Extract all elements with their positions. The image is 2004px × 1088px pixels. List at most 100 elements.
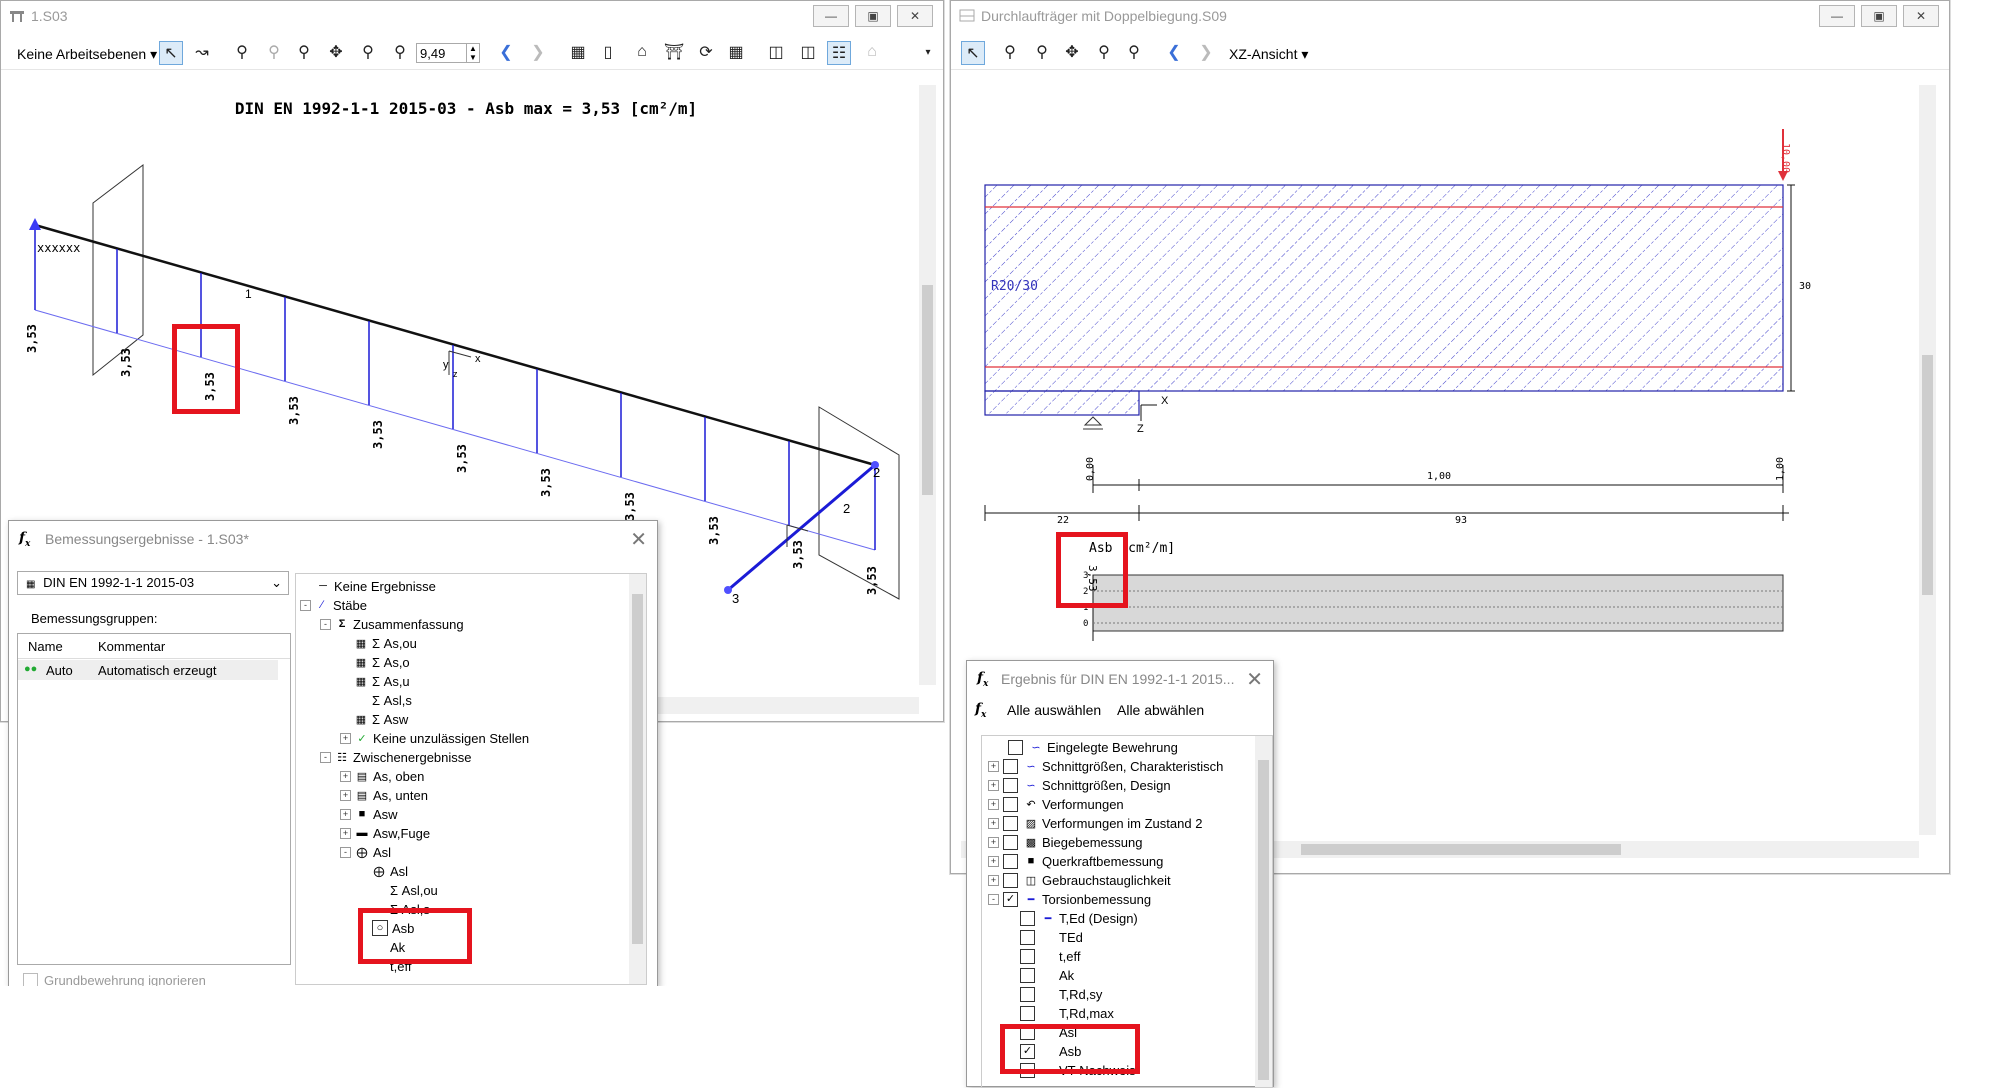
result-item-t-eff[interactable]: t,eff bbox=[1020, 947, 1080, 965]
zoom-window-icon[interactable]: ⚲ bbox=[293, 41, 315, 63]
grid-icon: ▦ bbox=[355, 675, 367, 688]
minimize-button[interactable]: — bbox=[1819, 5, 1855, 27]
zoom-all-icon[interactable]: ⚲ bbox=[999, 41, 1021, 63]
forward-icon[interactable]: ❯ bbox=[527, 41, 549, 63]
select-all-button[interactable]: Alle auswählen bbox=[1007, 702, 1101, 718]
spin-icon[interactable]: ▲ ▼ bbox=[466, 44, 479, 62]
value-label: 3,53 bbox=[119, 348, 133, 377]
result-item-ted[interactable]: TEd bbox=[1020, 928, 1083, 946]
select-pointer-icon[interactable]: ↖ bbox=[159, 41, 183, 65]
result-item-deformations-2[interactable]: + ▨ Verformungen im Zustand 2 bbox=[988, 814, 1202, 832]
page-icon[interactable]: ▯ bbox=[597, 41, 619, 63]
result-item-forces-char[interactable]: + ∽ Schnittgrößen, Charakteristisch bbox=[988, 757, 1223, 775]
tree-item-as-top[interactable]: + ▤ As, oben bbox=[340, 767, 424, 785]
torsion-icon: ⨁ bbox=[356, 846, 368, 859]
tree-item-sum-as-o[interactable]: ▦ Σ As,o bbox=[354, 653, 410, 671]
tree-item-asw-joint[interactable]: + ▬ Asw,Fuge bbox=[340, 824, 430, 842]
pan-icon[interactable]: ✥ bbox=[1061, 41, 1083, 63]
zoom-factor-icon[interactable]: ⚲ bbox=[389, 41, 411, 63]
zoom-window-icon[interactable]: ⚲ bbox=[1031, 41, 1053, 63]
pan-icon[interactable]: ✥ bbox=[325, 41, 347, 63]
right-titlebar: Durchlaufträger mit Doppelbiegung.S09 — … bbox=[951, 1, 1949, 31]
camera-icon[interactable]: ◫ bbox=[765, 41, 787, 63]
lock-icon[interactable]: ⌂ bbox=[861, 41, 883, 63]
home-icon[interactable]: ⌂ bbox=[631, 41, 653, 63]
standard-icon: ▦ bbox=[26, 579, 36, 590]
layers-icon[interactable]: ▦ bbox=[567, 41, 589, 63]
zoom-all-icon[interactable]: ⚲ bbox=[231, 41, 253, 63]
close-icon[interactable]: ✕ bbox=[1246, 667, 1263, 692]
row-comment: Automatisch erzeugt bbox=[98, 663, 217, 678]
grid-icon: ▦ bbox=[355, 656, 367, 669]
zoom-factor-icon[interactable]: ⚲ bbox=[1123, 41, 1145, 63]
result-item-ak[interactable]: Ak bbox=[1020, 966, 1074, 984]
result-item-deformations[interactable]: + ↶ Verformungen bbox=[988, 795, 1124, 813]
close-button[interactable]: ✕ bbox=[1903, 5, 1939, 27]
zoom-extents-icon[interactable]: ⚲ bbox=[1093, 41, 1115, 63]
maximize-button[interactable]: ▣ bbox=[855, 5, 891, 27]
structure-icon[interactable]: ⛩ bbox=[663, 41, 685, 63]
close-button[interactable]: ✕ bbox=[897, 5, 933, 27]
result-item-bending[interactable]: + ▩ Biegebemessung bbox=[988, 833, 1142, 851]
grid-icon[interactable]: ▦ bbox=[725, 41, 747, 63]
result-item-shear[interactable]: + ■ Querkraftbemessung bbox=[988, 852, 1163, 870]
toolbar-overflow-icon[interactable]: ▾ bbox=[917, 41, 939, 63]
zoom-in-icon[interactable]: ⚲ bbox=[263, 41, 285, 63]
dim-right-label: 1,00 bbox=[1775, 456, 1786, 481]
tree-item-no-results[interactable]: ─ Keine Ergebnisse bbox=[316, 577, 436, 595]
tree-item-asl-sub[interactable]: ⨁ Asl bbox=[372, 862, 409, 880]
select-window-icon[interactable]: ↝ bbox=[191, 41, 213, 63]
right-vertical-scrollbar[interactable] bbox=[1919, 85, 1936, 835]
tree-item-sum-as-u[interactable]: ▦ Σ As,u bbox=[354, 672, 410, 690]
result-item-torsion[interactable]: - ✓ ━ Torsionbemessung bbox=[988, 890, 1151, 908]
section-axis-z: Z bbox=[1137, 423, 1144, 435]
chevron-down-icon: ⌄ bbox=[271, 575, 282, 590]
bemessung-panel: fx Bemessungsergebnisse - 1.S03* ✕ ▦ DIN… bbox=[8, 520, 658, 988]
results-toggle-icon[interactable]: ☷ bbox=[827, 41, 851, 65]
result-item-reinforcement[interactable]: ∽ Eingelegte Bewehrung bbox=[1008, 738, 1178, 756]
select-pointer-icon[interactable]: ↖ bbox=[961, 41, 985, 65]
close-icon[interactable]: ✕ bbox=[630, 527, 647, 552]
ergebnis-scrollbar[interactable] bbox=[1255, 736, 1272, 1087]
result-item-trd-max[interactable]: T,Rd,max bbox=[1020, 1004, 1114, 1022]
rotate-icon[interactable]: ⟳ bbox=[695, 41, 717, 63]
zoom-input[interactable]: 9,49 ▲ ▼ bbox=[416, 43, 480, 63]
groups-table: Name Kommentar ●● Auto Automatisch erzeu… bbox=[17, 633, 291, 965]
standard-dropdown[interactable]: ▦ DIN EN 1992-1-1 2015-03 ⌄ bbox=[17, 571, 289, 595]
left-vertical-scrollbar[interactable] bbox=[919, 85, 936, 685]
minimize-button[interactable]: — bbox=[813, 5, 849, 27]
back-icon[interactable]: ❮ bbox=[1163, 41, 1185, 63]
tree-item-intermediate[interactable]: - ☷ Zwischenergebnisse bbox=[320, 748, 472, 766]
tree-item-asl[interactable]: - ⨁ Asl bbox=[340, 843, 391, 861]
load-label: 10,00 bbox=[1780, 143, 1791, 174]
zoom-extents-icon[interactable]: ⚲ bbox=[357, 41, 379, 63]
node-2-label: 2 bbox=[873, 465, 881, 480]
view-dropdown[interactable]: XZ-Ansicht ▾ bbox=[1229, 46, 1308, 63]
tree-item-sum-asl-s[interactable]: Σ Asl,s bbox=[354, 691, 412, 709]
tree-item-summary[interactable]: - Σ Zusammenfassung bbox=[320, 615, 464, 633]
back-icon[interactable]: ❮ bbox=[495, 41, 517, 63]
deselect-all-button[interactable]: Alle abwählen bbox=[1117, 702, 1204, 718]
tree-item-sum-asw[interactable]: ▦ Σ Asw bbox=[354, 710, 408, 728]
view-label: XZ-Ansicht bbox=[1229, 46, 1298, 62]
torsion-icon: ⨁ bbox=[373, 865, 385, 878]
tree-item-members[interactable]: - ∕ Stäbe bbox=[300, 596, 367, 614]
table-row[interactable]: ●● Auto Automatisch erzeugt bbox=[18, 660, 278, 680]
tree-item-asw[interactable]: + ■ Asw bbox=[340, 805, 398, 823]
render-icon[interactable]: ◫ bbox=[797, 41, 819, 63]
tree-item-sum-as-ou[interactable]: ▦ Σ As,ou bbox=[354, 634, 417, 652]
maximize-button[interactable]: ▣ bbox=[1861, 5, 1897, 27]
tree-item-no-invalid[interactable]: + ✓ Keine unzulässigen Stellen bbox=[340, 729, 529, 747]
dim-left-label: 0,00 bbox=[1085, 456, 1096, 481]
tree-scrollbar[interactable] bbox=[629, 574, 646, 984]
forward-icon[interactable]: ❯ bbox=[1195, 41, 1217, 63]
result-item-trd-sy[interactable]: T,Rd,sy bbox=[1020, 985, 1102, 1003]
tree-item-as-bottom[interactable]: + ▤ As, unten bbox=[340, 786, 428, 804]
result-item-ted-design[interactable]: ━ T,Ed (Design) bbox=[1020, 909, 1138, 927]
app-icon bbox=[959, 9, 975, 22]
result-item-serviceability[interactable]: + ◫ Gebrauchstauglichkeit bbox=[988, 871, 1171, 889]
result-item-forces-design[interactable]: + ∽ Schnittgrößen, Design bbox=[988, 776, 1171, 794]
tree-item-sum-asl-ou[interactable]: Σ Asl,ou bbox=[372, 881, 438, 899]
ergebnis-actions: fx Alle auswählen Alle abwählen bbox=[967, 695, 1273, 725]
workplane-dropdown[interactable]: Keine Arbeitsebenen ▾ bbox=[17, 46, 157, 63]
